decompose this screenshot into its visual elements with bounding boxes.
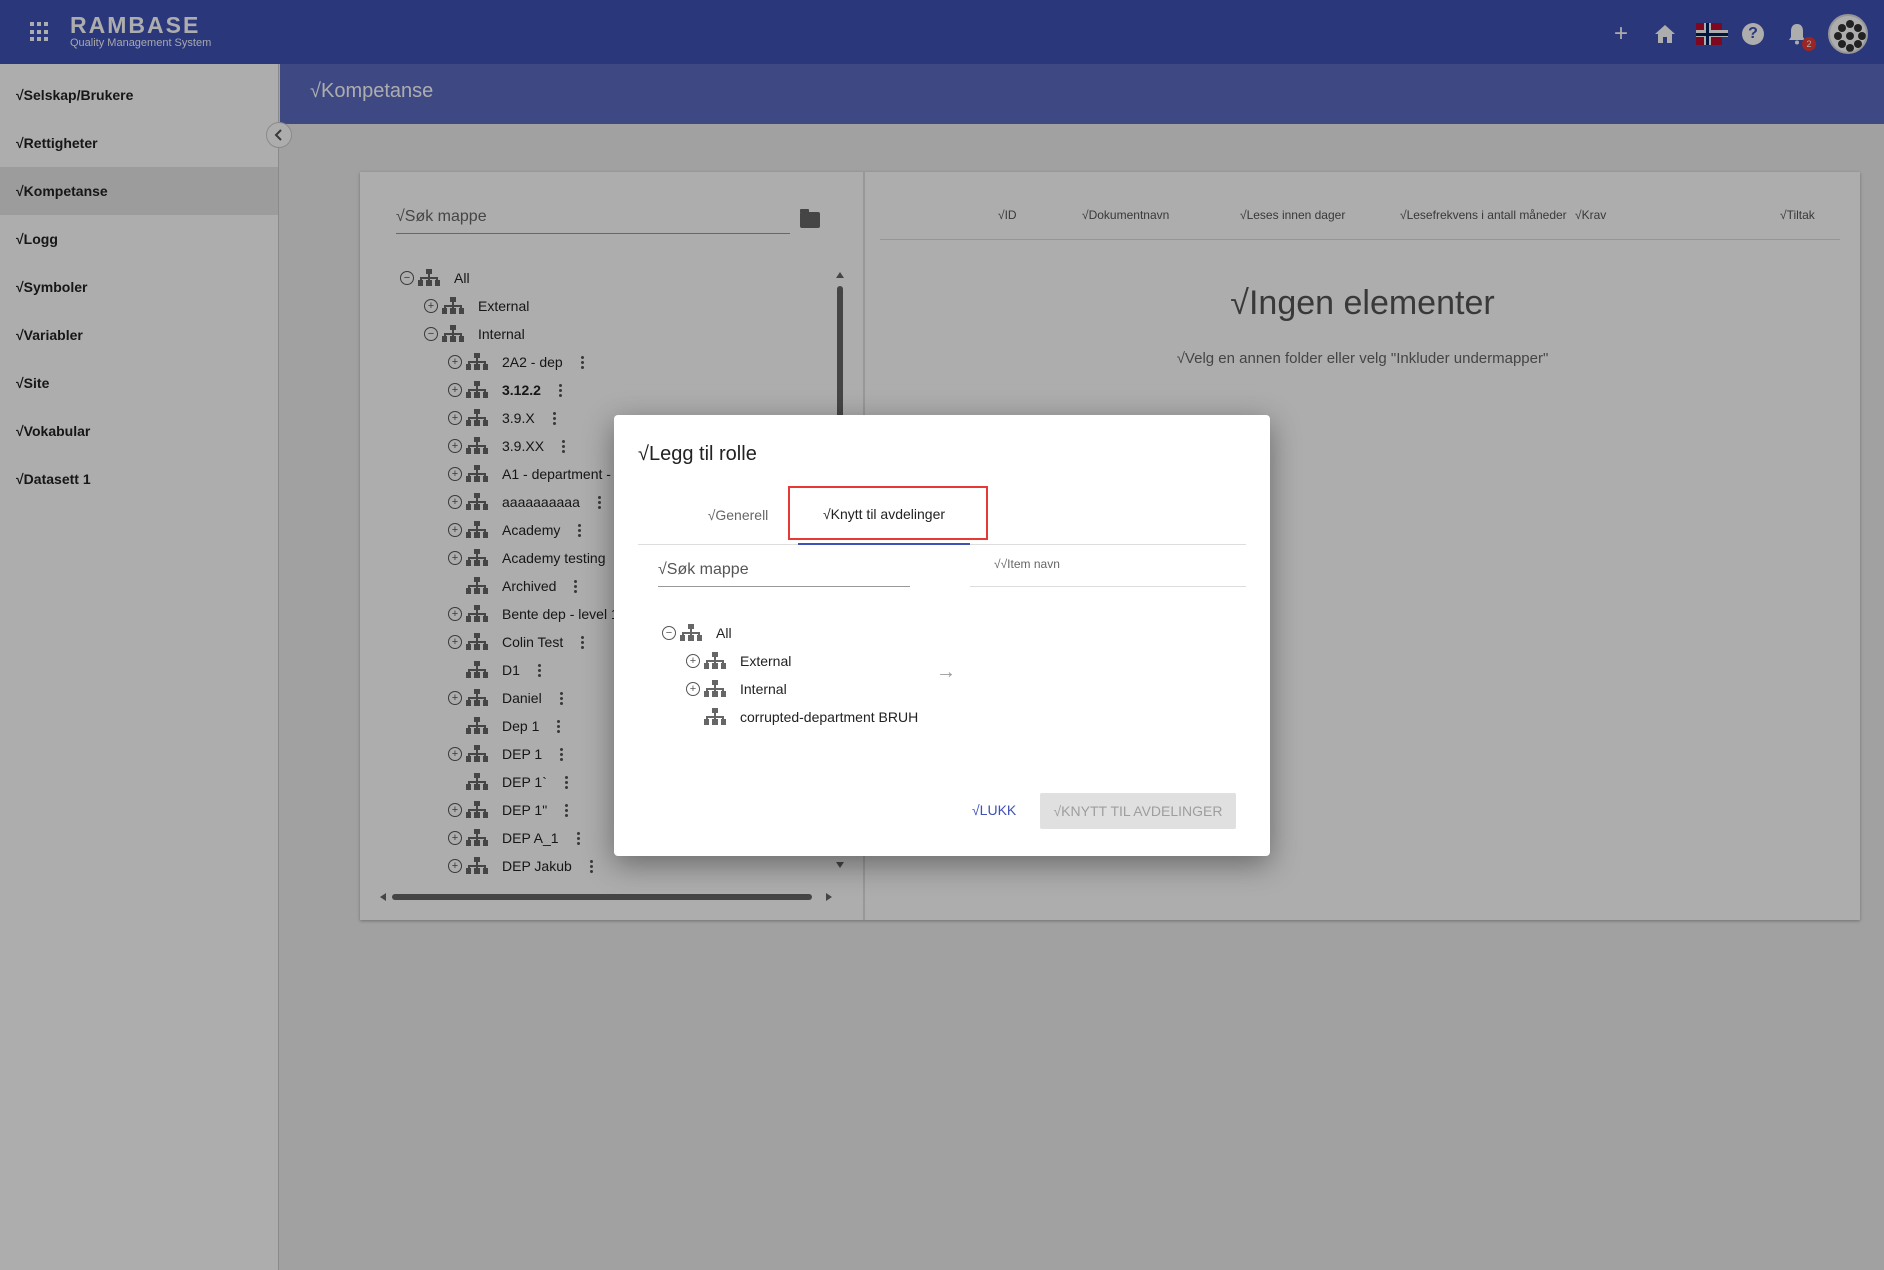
tree-node-label: All — [716, 625, 732, 641]
tree-node[interactable]: − All — [662, 619, 942, 647]
dialog-tabs: √Generell √Knytt til avdelinger — [638, 485, 1246, 545]
tree-node[interactable]: corrupted-department BRUH — [662, 703, 942, 731]
tree-node[interactable]: + External — [662, 647, 942, 675]
item-name-header: √√Item navn — [970, 549, 1246, 587]
close-button[interactable]: √LUKK — [962, 793, 1026, 827]
dialog-folder-search-input[interactable]: √Søk mappe — [658, 555, 910, 587]
tree-node[interactable]: + Internal — [662, 675, 942, 703]
expand-icon[interactable]: + — [686, 682, 700, 696]
tree-node-label: Internal — [740, 681, 787, 697]
tree-node-label: External — [740, 653, 792, 669]
knytt-til-avdelinger-button[interactable]: √KNYTT TIL AVDELINGER — [1040, 793, 1236, 829]
org-chart-icon — [704, 708, 726, 726]
dialog-folder-tree: − All + External + Internal corrupted-departme… — [662, 619, 942, 731]
expand-icon[interactable]: + — [686, 654, 700, 668]
tab-generell[interactable]: √Generell — [678, 485, 798, 545]
tab-knytt-til-avdelinger[interactable]: √Knytt til avdelinger — [798, 485, 970, 545]
arrow-right-icon[interactable]: → — [936, 661, 956, 684]
collapse-icon[interactable]: − — [662, 626, 676, 640]
tree-node-label: corrupted-department BRUH — [740, 709, 919, 725]
dialog-title: √Legg til rolle — [638, 443, 757, 465]
org-chart-icon — [704, 680, 726, 698]
add-role-dialog: √Legg til rolle √Generell √Knytt til avd… — [614, 415, 1270, 856]
org-chart-icon — [704, 652, 726, 670]
org-chart-icon — [680, 624, 702, 642]
